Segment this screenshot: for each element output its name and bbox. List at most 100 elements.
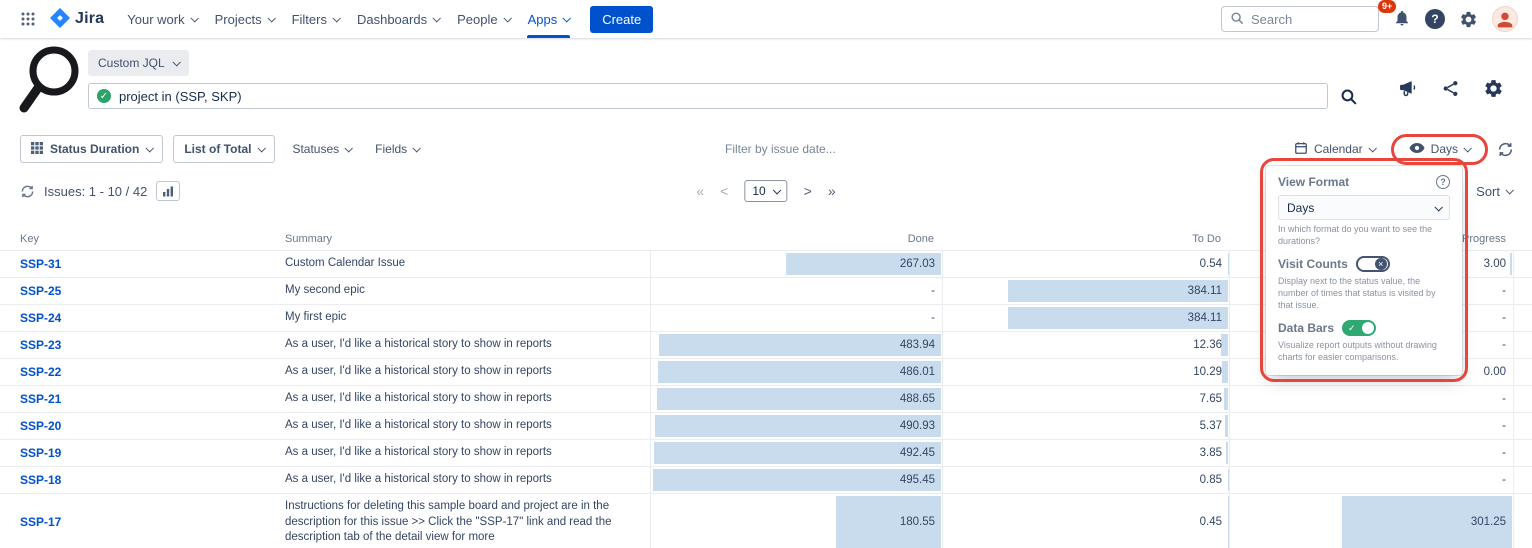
jira-logo[interactable]: Jira — [46, 8, 114, 31]
issue-key-link[interactable]: SSP-17 — [20, 515, 61, 529]
app-switcher-icon[interactable] — [14, 7, 42, 31]
issue-summary: As a user, I'd like a historical story t… — [285, 467, 650, 493]
custom-jql-button[interactable]: Custom JQL — [88, 50, 189, 76]
data-bars-row: Data Bars ✓ — [1278, 320, 1450, 336]
page-size-select[interactable]: 10 — [744, 180, 787, 202]
chart-view-button[interactable] — [156, 181, 180, 201]
issue-summary: Instructions for deleting this sample bo… — [285, 494, 650, 548]
table-row: SSP-20 As a user, I'd like a historical … — [0, 412, 1532, 439]
issue-key-link[interactable]: SSP-19 — [20, 446, 61, 460]
visit-counts-help-text: Display next to the status value, the nu… — [1278, 276, 1450, 311]
issue-summary: As a user, I'd like a historical story t… — [285, 386, 650, 412]
issue-key-link[interactable]: SSP-31 — [20, 257, 61, 271]
view-format-dropdown[interactable]: Days — [1402, 142, 1477, 157]
issue-key-link[interactable]: SSP-21 — [20, 392, 61, 406]
statuses-dropdown[interactable]: Statuses — [285, 142, 358, 156]
data-bar — [654, 442, 941, 464]
todo-duration-cell: 12.36 — [942, 332, 1229, 358]
done-duration-cell: 486.01 — [650, 359, 942, 385]
fields-dropdown[interactable]: Fields — [368, 142, 426, 156]
col-header-key[interactable]: Key — [20, 233, 285, 245]
done-value: - — [931, 312, 935, 324]
issue-key-link[interactable]: SSP-22 — [20, 365, 61, 379]
jql-search-icon[interactable] — [1340, 88, 1357, 105]
issue-key-link[interactable]: SSP-24 — [20, 311, 61, 325]
issue-key-link[interactable]: SSP-25 — [20, 284, 61, 298]
nav-projects[interactable]: Projects — [206, 0, 283, 38]
eye-icon — [1409, 142, 1425, 157]
todo-value: 12.36 — [1193, 339, 1222, 351]
report-type-button[interactable]: Status Duration — [20, 135, 163, 163]
chevron-down-icon — [433, 14, 441, 22]
view-format-label: Days — [1431, 142, 1458, 156]
top-navigation: Jira Your work Projects Filters Dashboar… — [0, 0, 1532, 38]
todo-duration-cell: 3.85 — [942, 440, 1229, 466]
chevron-down-icon — [258, 144, 266, 152]
sort-dropdown[interactable]: Sort — [1476, 184, 1512, 199]
issue-key-link[interactable]: SSP-18 — [20, 473, 61, 487]
todo-value: 0.45 — [1200, 516, 1222, 528]
first-page-button[interactable]: « — [696, 184, 704, 198]
visit-counts-row: Visit Counts × — [1278, 256, 1450, 272]
refresh-icon[interactable] — [20, 184, 35, 199]
help-button[interactable]: ? — [1425, 9, 1445, 29]
todo-value: 10.29 — [1193, 366, 1222, 378]
format-help-text: In which format do you want to see the d… — [1278, 224, 1450, 247]
in-progress-value: - — [1502, 312, 1506, 324]
jql-input[interactable]: ✓ project in (SSP, SKP) — [88, 83, 1328, 109]
nav-filters[interactable]: Filters — [283, 0, 348, 38]
pagination: « < 10 > » — [696, 180, 835, 202]
chevron-down-icon — [267, 14, 275, 22]
view-format-panel: View Format ? Days In which format do yo… — [1266, 166, 1462, 375]
last-page-button[interactable]: » — [828, 184, 836, 198]
data-bar — [1225, 415, 1228, 437]
issue-key-cell: SSP-19 — [20, 440, 285, 466]
list-type-button[interactable]: List of Total — [173, 135, 275, 163]
create-button[interactable]: Create — [590, 6, 653, 33]
visit-counts-toggle[interactable]: × — [1356, 256, 1390, 272]
format-select[interactable]: Days — [1278, 195, 1450, 220]
todo-value: 7.65 — [1200, 393, 1222, 405]
issue-key-cell: SSP-25 — [20, 278, 285, 304]
panel-help-icon[interactable]: ? — [1436, 175, 1450, 189]
avatar[interactable] — [1492, 6, 1518, 32]
data-bars-help-text: Visualize report outputs without drawing… — [1278, 340, 1450, 363]
report-type-label: Status Duration — [50, 142, 139, 156]
settings-button[interactable] — [1459, 10, 1478, 29]
announcement-icon[interactable] — [1399, 80, 1418, 97]
col-header-todo[interactable]: To Do — [942, 233, 1229, 245]
issue-date-filter[interactable]: Filter by issue date... — [725, 142, 836, 156]
notifications-button[interactable]: 9+ — [1393, 9, 1411, 30]
prev-page-button[interactable]: < — [720, 184, 728, 198]
col-header-summary[interactable]: Summary — [285, 233, 650, 245]
jira-status-duration-page: Jira Your work Projects Filters Dashboar… — [0, 0, 1532, 548]
nav-dashboards[interactable]: Dashboards — [348, 0, 448, 38]
chevron-down-icon — [1505, 186, 1513, 194]
done-value: 180.55 — [900, 516, 935, 528]
data-bars-toggle[interactable]: ✓ — [1342, 320, 1376, 336]
report-settings-gear-icon[interactable] — [1483, 78, 1504, 99]
issue-key-link[interactable]: SSP-23 — [20, 338, 61, 352]
col-header-done[interactable]: Done — [650, 233, 942, 245]
table-row: SSP-18 As a user, I'd like a historical … — [0, 466, 1532, 493]
chevron-down-icon — [563, 14, 571, 22]
issue-summary: As a user, I'd like a historical story t… — [285, 332, 650, 358]
next-page-button[interactable]: > — [804, 184, 812, 198]
todo-value: 384.11 — [1188, 312, 1222, 324]
sync-icon[interactable] — [1497, 141, 1514, 158]
nav-your-work[interactable]: Your work — [118, 0, 205, 38]
issue-key-link[interactable]: SSP-20 — [20, 419, 61, 433]
todo-value: 384.11 — [1188, 285, 1222, 297]
done-duration-cell: - — [650, 305, 942, 331]
done-value: 492.45 — [900, 447, 935, 459]
search-input[interactable] — [1251, 12, 1370, 27]
global-search[interactable] — [1221, 6, 1379, 32]
nav-people[interactable]: People — [448, 0, 518, 38]
nav-apps[interactable]: Apps — [519, 0, 579, 38]
table-row: SSP-21 As a user, I'd like a historical … — [0, 385, 1532, 412]
nav-your-work-label: Your work — [127, 12, 184, 27]
issue-key-cell: SSP-18 — [20, 467, 285, 493]
calendar-dropdown[interactable]: Calendar — [1287, 141, 1382, 158]
share-icon[interactable] — [1442, 80, 1459, 97]
issue-summary: My first epic — [285, 305, 650, 331]
